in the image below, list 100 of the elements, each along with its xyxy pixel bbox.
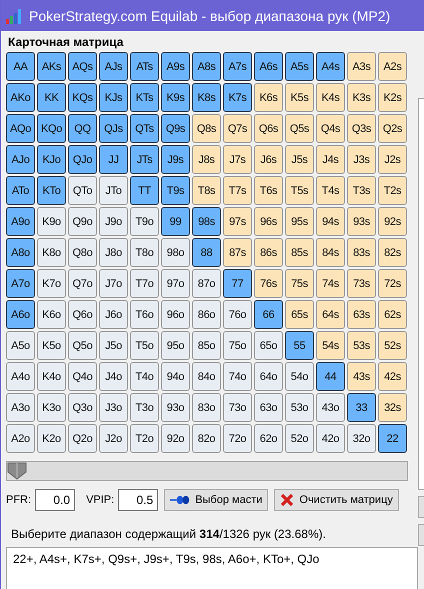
hand-cell[interactable]: K7o [37,269,66,298]
hand-cell[interactable]: J7s [223,145,252,174]
hand-cell[interactable]: 92o [161,424,190,453]
hand-cell[interactable]: T5s [285,176,314,205]
hand-cell[interactable]: 32o [347,424,376,453]
hand-cell[interactable]: K2o [37,424,66,453]
hand-cell[interactable]: J9s [161,145,190,174]
vpip-field[interactable]: 0.5 [118,489,158,511]
hand-cell[interactable]: T3o [130,393,159,422]
hand-cell[interactable]: T6s [254,176,283,205]
hand-cell[interactable]: 97s [223,207,252,236]
hand-cell[interactable]: 93s [347,207,376,236]
hand-cell[interactable]: 77 [223,269,252,298]
hand-cell[interactable]: A5s [285,52,314,81]
hand-cell[interactable]: 87s [223,238,252,267]
hand-cell[interactable]: J3o [99,393,128,422]
hand-cell[interactable]: 53s [347,331,376,360]
hand-cell[interactable]: ATs [130,52,159,81]
hand-cell[interactable]: J5o [99,331,128,360]
hand-cell[interactable]: A5o [6,331,35,360]
hand-cell[interactable]: 52s [378,331,407,360]
hand-cell[interactable]: T8s [192,176,221,205]
hand-cell[interactable]: A2o [6,424,35,453]
hand-cell[interactable]: T2s [378,176,407,205]
hand-cell[interactable]: A3s [347,52,376,81]
hand-cell[interactable]: T4s [316,176,345,205]
hand-cell[interactable]: Q4s [316,114,345,143]
hand-cell[interactable]: 95o [161,331,190,360]
hand-cell[interactable]: 87o [192,269,221,298]
hand-cell[interactable]: A4o [6,362,35,391]
hand-cell[interactable]: Q7o [68,269,97,298]
hand-cell[interactable]: Q9s [161,114,190,143]
hand-cell[interactable]: 64s [316,300,345,329]
hand-cell[interactable]: QTo [68,176,97,205]
hand-cell[interactable]: 42o [316,424,345,453]
hand-cell[interactable]: 52o [285,424,314,453]
hand-cell[interactable]: QJs [99,114,128,143]
hand-cell[interactable]: 96s [254,207,283,236]
hand-cell[interactable]: 85o [192,331,221,360]
hand-cell[interactable]: KK [37,83,66,112]
hand-cell[interactable]: 32s [378,393,407,422]
hand-cell[interactable]: 95s [285,207,314,236]
hand-cell[interactable]: J9o [99,207,128,236]
hand-cell[interactable]: K8o [37,238,66,267]
hand-cell[interactable]: QQ [68,114,97,143]
hand-cell[interactable]: KQs [68,83,97,112]
slider-thumb[interactable] [7,462,27,480]
hand-cell[interactable]: JJ [99,145,128,174]
hand-cell[interactable]: A9s [161,52,190,81]
hand-cell[interactable]: 99 [161,207,190,236]
hand-cell[interactable]: Q4o [68,362,97,391]
hand-cell[interactable]: 66 [254,300,283,329]
hand-cell[interactable]: Q5s [285,114,314,143]
hand-cell[interactable]: Q7s [223,114,252,143]
pfr-field[interactable]: 0.0 [35,489,76,511]
hand-cell[interactable]: 98s [192,207,221,236]
hand-cell[interactable]: K3s [347,83,376,112]
hand-cell[interactable]: AJs [99,52,128,81]
hand-cell[interactable]: T8o [130,238,159,267]
hand-cell[interactable]: AQo [6,114,35,143]
hand-cell[interactable]: 62o [254,424,283,453]
hand-cell[interactable]: 64o [254,362,283,391]
hand-cell[interactable]: Q3s [347,114,376,143]
hand-cell[interactable]: A6s [254,52,283,81]
hand-cell[interactable]: J5s [285,145,314,174]
hand-cell[interactable]: KTo [37,176,66,205]
hand-cell[interactable]: J6s [254,145,283,174]
hand-cell[interactable]: 76o [223,300,252,329]
hand-cell[interactable]: K5o [37,331,66,360]
hand-cell[interactable]: 74o [223,362,252,391]
hand-cell[interactable]: Q5o [68,331,97,360]
hand-cell[interactable]: 92s [378,207,407,236]
hand-cell[interactable]: T9o [130,207,159,236]
hand-cell[interactable]: 74s [316,269,345,298]
hand-cell[interactable]: K7s [223,83,252,112]
hand-cell[interactable]: KJo [37,145,66,174]
hand-cell[interactable]: Q6s [254,114,283,143]
clear-matrix-button[interactable]: Очистить матрицу [274,489,399,511]
hand-cell[interactable]: 94o [161,362,190,391]
hand-cell[interactable]: K4o [37,362,66,391]
hand-cell[interactable]: Q8o [68,238,97,267]
hand-cell[interactable]: 62s [378,300,407,329]
hand-cell[interactable]: J4s [316,145,345,174]
hand-cell[interactable]: 82o [192,424,221,453]
hand-cell[interactable]: T7o [130,269,159,298]
hand-cell[interactable]: K4s [316,83,345,112]
slider-track[interactable] [6,461,408,481]
hand-cell[interactable]: AA [6,52,35,81]
hand-cell[interactable]: T5o [130,331,159,360]
hand-cell[interactable]: 65s [285,300,314,329]
hand-cell[interactable]: 75o [223,331,252,360]
hand-cell[interactable]: 42s [378,362,407,391]
hand-cell[interactable]: J8s [192,145,221,174]
hand-cell[interactable]: AQs [68,52,97,81]
hand-cell[interactable]: 22 [378,424,407,453]
hand-cell[interactable]: K3o [37,393,66,422]
hand-cell[interactable]: Q3o [68,393,97,422]
hand-cell[interactable]: KTs [130,83,159,112]
hand-cell[interactable]: 75s [285,269,314,298]
hand-cell[interactable]: A6o [6,300,35,329]
